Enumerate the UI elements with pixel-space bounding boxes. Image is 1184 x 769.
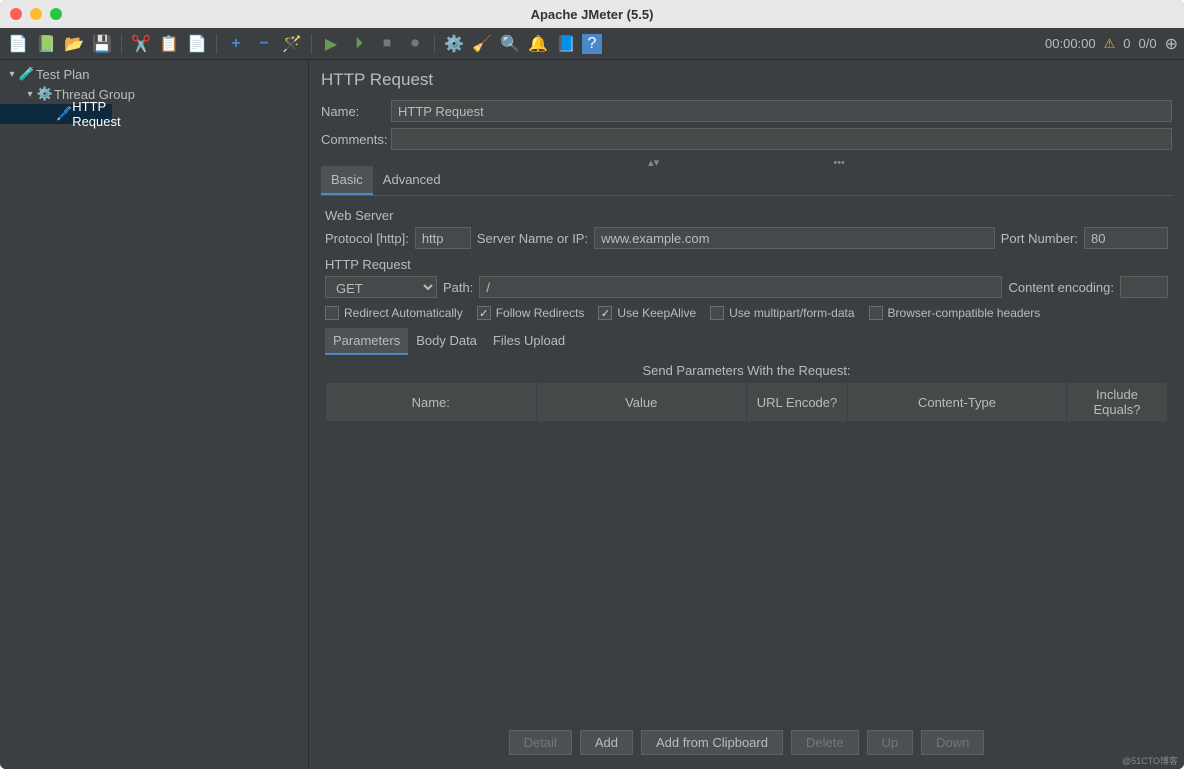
tab-advanced[interactable]: Advanced bbox=[373, 166, 451, 195]
remove-icon[interactable]: − bbox=[252, 32, 276, 56]
name-input[interactable] bbox=[391, 100, 1172, 122]
params-table-title: Send Parameters With the Request: bbox=[325, 363, 1168, 378]
multipart-checkbox[interactable]: Use multipart/form-data bbox=[710, 306, 854, 320]
chevron-down-icon[interactable]: ▾ bbox=[24, 89, 36, 100]
tree-label: Test Plan bbox=[36, 67, 89, 82]
stop-icon[interactable]: ⏹ bbox=[375, 32, 399, 56]
browser-compat-checkbox[interactable]: Browser-compatible headers bbox=[869, 306, 1041, 320]
expand-icon[interactable]: ⊕ bbox=[1165, 34, 1178, 54]
webserver-section-label: Web Server bbox=[325, 208, 1168, 223]
shutdown-icon[interactable]: ⏺ bbox=[403, 32, 427, 56]
content-panel: HTTP Request Name: Comments: ▴▾ ••• Basi… bbox=[309, 60, 1184, 769]
new-icon[interactable]: 📄 bbox=[6, 32, 30, 56]
add-button[interactable]: Add bbox=[580, 730, 633, 755]
keepalive-checkbox[interactable]: ✓Use KeepAlive bbox=[598, 306, 696, 320]
col-name[interactable]: Name: bbox=[326, 383, 537, 422]
server-label: Server Name or IP: bbox=[477, 231, 588, 246]
paste-icon[interactable]: 📄 bbox=[185, 32, 209, 56]
wand-icon[interactable]: 🪄 bbox=[280, 32, 304, 56]
col-equals[interactable]: Include Equals? bbox=[1066, 383, 1167, 422]
chevron-down-icon[interactable]: ▾ bbox=[6, 69, 18, 80]
start-no-timers-icon[interactable]: ⏵ bbox=[347, 32, 371, 56]
toolbar: 📄 📗 📂 💾 ✂️ 📋 📄 + − 🪄 ▶ ⏵ ⏹ ⏺ ⚙️ 🧹 🔍 🔔 📘 … bbox=[0, 28, 1184, 60]
error-count: 0 bbox=[1123, 36, 1130, 51]
delete-button[interactable]: Delete bbox=[791, 730, 859, 755]
panel-title: HTTP Request bbox=[321, 70, 1172, 90]
method-select[interactable]: GET bbox=[325, 276, 437, 298]
add-clipboard-button[interactable]: Add from Clipboard bbox=[641, 730, 783, 755]
comments-label: Comments: bbox=[321, 132, 383, 147]
detail-button[interactable]: Detail bbox=[509, 730, 572, 755]
col-value[interactable]: Value bbox=[536, 383, 747, 422]
timer-label: 00:00:00 bbox=[1045, 36, 1096, 51]
port-label: Port Number: bbox=[1001, 231, 1078, 246]
function-helper-icon[interactable]: 🔔 bbox=[526, 32, 550, 56]
search-icon[interactable]: 🔍 bbox=[498, 32, 522, 56]
httprequest-section-label: HTTP Request bbox=[325, 257, 1168, 272]
redirect-auto-checkbox[interactable]: Redirect Automatically bbox=[325, 306, 463, 320]
name-label: Name: bbox=[321, 104, 383, 119]
col-ctype[interactable]: Content-Type bbox=[848, 383, 1067, 422]
window-title: Apache JMeter (5.5) bbox=[0, 7, 1184, 22]
pipette-icon: 🖊️ bbox=[56, 106, 72, 122]
tab-basic[interactable]: Basic bbox=[321, 166, 373, 195]
save-icon[interactable]: 💾 bbox=[90, 32, 114, 56]
thread-count: 0/0 bbox=[1139, 36, 1157, 51]
app-window: Apache JMeter (5.5) 📄 📗 📂 💾 ✂️ 📋 📄 + − 🪄… bbox=[0, 0, 1184, 769]
down-button[interactable]: Down bbox=[921, 730, 984, 755]
encoding-label: Content encoding: bbox=[1008, 280, 1114, 295]
protocol-input[interactable] bbox=[415, 227, 471, 249]
options-icon[interactable]: 📘 bbox=[554, 32, 578, 56]
flask-icon: 🧪 bbox=[18, 66, 36, 82]
subtab-files[interactable]: Files Upload bbox=[485, 328, 573, 355]
help-icon[interactable]: ? bbox=[582, 34, 602, 54]
gear-icon: ⚙️ bbox=[36, 86, 54, 102]
open-icon[interactable]: 📂 bbox=[62, 32, 86, 56]
params-table: Name: Value URL Encode? Content-Type Inc… bbox=[325, 382, 1168, 422]
col-encode[interactable]: URL Encode? bbox=[747, 383, 848, 422]
tree-panel: ▾ 🧪 Test Plan ▾ ⚙️ Thread Group 🖊️ HTTP … bbox=[0, 60, 309, 769]
subtab-parameters[interactable]: Parameters bbox=[325, 328, 408, 355]
titlebar: Apache JMeter (5.5) bbox=[0, 0, 1184, 28]
clear-icon[interactable]: ⚙️ bbox=[442, 32, 466, 56]
subtab-body[interactable]: Body Data bbox=[408, 328, 485, 355]
tree-item-testplan[interactable]: ▾ 🧪 Test Plan bbox=[0, 64, 308, 84]
start-icon[interactable]: ▶ bbox=[319, 32, 343, 56]
watermark: @51CTO博客 bbox=[1122, 754, 1178, 767]
add-icon[interactable]: + bbox=[224, 32, 248, 56]
cut-icon[interactable]: ✂️ bbox=[129, 32, 153, 56]
tree-item-threadgroup[interactable]: ▾ ⚙️ Thread Group bbox=[0, 84, 308, 104]
path-input[interactable] bbox=[479, 276, 1002, 298]
tree-label: HTTP Request bbox=[72, 99, 120, 129]
up-button[interactable]: Up bbox=[867, 730, 914, 755]
server-input[interactable] bbox=[594, 227, 995, 249]
clear-all-icon[interactable]: 🧹 bbox=[470, 32, 494, 56]
encoding-input[interactable] bbox=[1120, 276, 1168, 298]
warning-icon[interactable]: ⚠ bbox=[1104, 36, 1116, 52]
follow-redirects-checkbox[interactable]: ✓Follow Redirects bbox=[477, 306, 585, 320]
tree-item-httprequest[interactable]: 🖊️ HTTP Request bbox=[0, 104, 112, 124]
collapse-handle[interactable]: ▴▾ ••• bbox=[321, 156, 1172, 166]
comments-input[interactable] bbox=[391, 128, 1172, 150]
port-input[interactable] bbox=[1084, 227, 1168, 249]
path-label: Path: bbox=[443, 280, 473, 295]
copy-icon[interactable]: 📋 bbox=[157, 32, 181, 56]
protocol-label: Protocol [http]: bbox=[325, 231, 409, 246]
templates-icon[interactable]: 📗 bbox=[34, 32, 58, 56]
